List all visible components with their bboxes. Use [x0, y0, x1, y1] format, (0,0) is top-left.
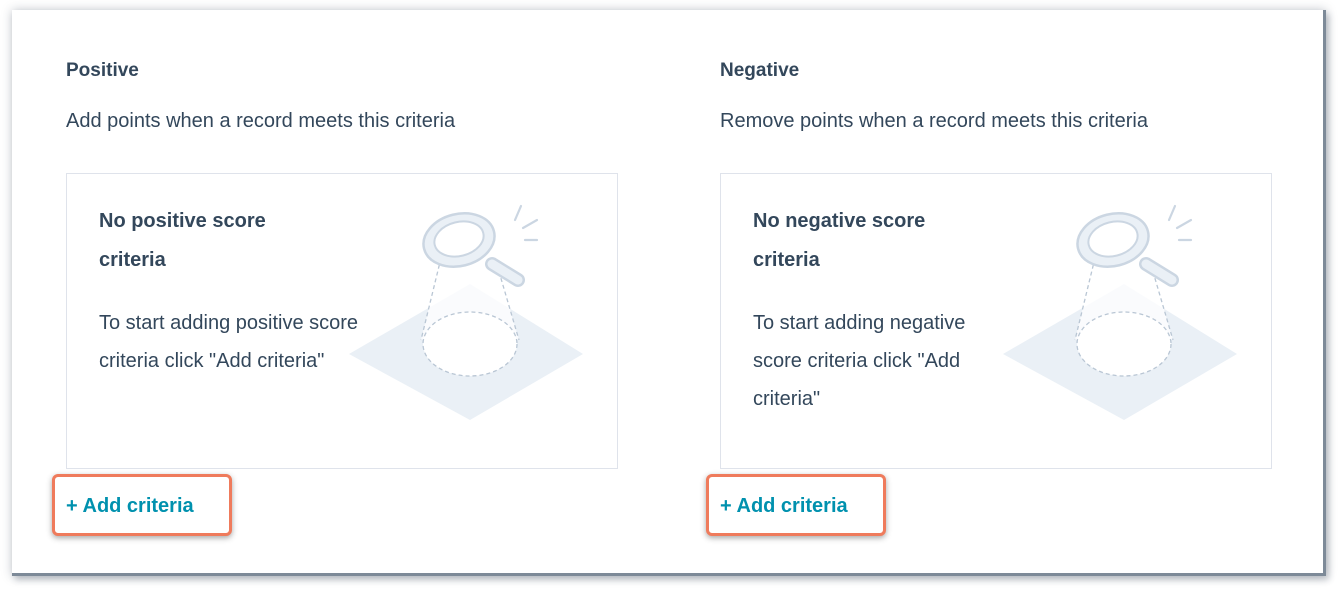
negative-empty-state-card: No negative score criteria To start addi…: [720, 173, 1272, 469]
positive-empty-title: No positive score criteria: [99, 210, 266, 271]
negative-empty-text: To start adding negative score criteria …: [753, 312, 966, 410]
negative-description: Remove points when a record meets this c…: [720, 110, 1148, 132]
add-positive-criteria-label: + Add criteria: [66, 495, 194, 517]
add-negative-criteria-label: + Add criteria: [720, 495, 848, 517]
score-criteria-panel: Positive Add points when a record meets …: [12, 10, 1326, 576]
magnifying-glass-spotlight-icon: [1003, 204, 1237, 420]
negative-empty-title: No negative score criteria: [753, 210, 926, 271]
negative-criteria-column: Negative Remove points when a record mee…: [706, 10, 1272, 576]
negative-heading: Negative: [720, 60, 800, 81]
add-negative-criteria-button[interactable]: + Add criteria: [706, 474, 886, 536]
positive-empty-text: To start adding positive score criteria …: [99, 312, 359, 372]
add-positive-criteria-button[interactable]: + Add criteria: [52, 474, 232, 536]
positive-empty-state-card: No positive score criteria To start addi…: [66, 173, 618, 469]
magnifying-glass-spotlight-icon: [349, 204, 583, 420]
positive-heading: Positive: [66, 60, 139, 81]
positive-description: Add points when a record meets this crit…: [66, 110, 456, 132]
positive-criteria-column: Positive Add points when a record meets …: [52, 10, 618, 576]
